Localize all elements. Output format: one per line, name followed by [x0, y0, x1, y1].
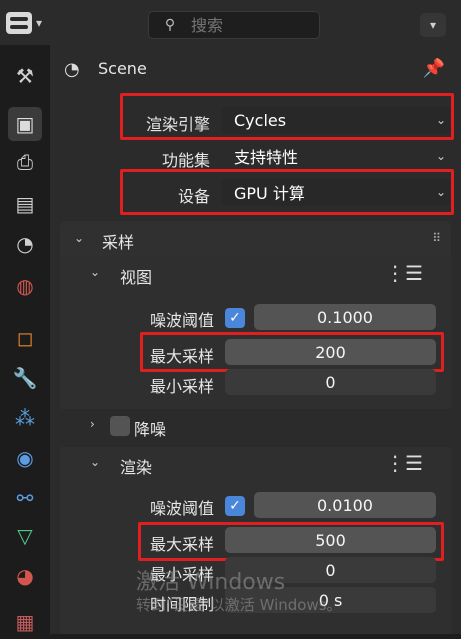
- activation-watermark-title: 激活 Windows: [136, 570, 286, 595]
- drag-handle-icon[interactable]: ⠿: [432, 231, 441, 245]
- editor-type-button[interactable]: ▾: [6, 10, 62, 36]
- search-icon: ⚲: [164, 17, 176, 33]
- chevron-right-icon: ›: [90, 417, 95, 431]
- search-input[interactable]: [189, 14, 313, 36]
- tab-constraints[interactable]: ⚯: [8, 481, 42, 515]
- properties-editor-icon: [6, 12, 32, 34]
- checker-icon: ▦: [15, 610, 35, 634]
- tab-tool[interactable]: ⚒: [8, 59, 42, 93]
- viewport-title: 视图: [120, 268, 153, 287]
- viewport-noise-threshold-label: 噪波阈值: [149, 311, 214, 330]
- feature-set-label: 功能集: [161, 151, 210, 170]
- tab-modifiers[interactable]: 🔧: [8, 361, 42, 395]
- viewport-min-samples-field[interactable]: 0: [225, 369, 436, 395]
- highlight-box: [140, 332, 444, 372]
- tab-data[interactable]: ▽: [8, 519, 42, 553]
- list-icon[interactable]: ⋮☰: [385, 261, 423, 285]
- tool-icon: ⚒: [16, 64, 34, 88]
- tab-world[interactable]: ◍: [8, 269, 42, 303]
- denoise-label: 降噪: [134, 420, 167, 439]
- tab-render[interactable]: ▣: [8, 107, 42, 141]
- material-icon: ◕: [16, 564, 34, 588]
- tab-output[interactable]: ⎙: [8, 145, 42, 179]
- printer-icon: ⎙: [17, 150, 33, 174]
- physics-icon: ◉: [16, 446, 34, 470]
- render-noise-threshold-checkbox[interactable]: ✓: [225, 496, 245, 516]
- image-stack-icon: ▤: [15, 192, 35, 216]
- tab-object[interactable]: ◻: [8, 321, 42, 355]
- sampling-section-header[interactable]: ⌄ 采样 ⠿: [60, 221, 451, 257]
- denoise-subpanel-header[interactable]: › 降噪: [60, 409, 451, 441]
- object-icon: ◻: [16, 326, 34, 350]
- activation-watermark-subtitle: 转到"设置"以激活 Windows。: [136, 596, 342, 614]
- tab-scene[interactable]: ◔: [8, 227, 42, 261]
- chevron-down-icon: ⌄: [90, 265, 101, 279]
- chevron-down-icon: ▾: [36, 16, 43, 30]
- chevron-down-icon: ⌄: [74, 231, 85, 245]
- viewport-subpanel-header[interactable]: ⌄ 视图 ⋮☰: [60, 257, 451, 289]
- viewport-noise-threshold-field[interactable]: 0.1000: [254, 304, 436, 330]
- tab-view-layer[interactable]: ▤: [8, 187, 42, 221]
- highlight-box: [120, 169, 454, 215]
- constraint-icon: ⚯: [16, 486, 34, 510]
- world-icon: ◍: [16, 274, 34, 298]
- render-title: 渲染: [120, 458, 153, 477]
- viewport-min-samples-label: 最小采样: [149, 377, 214, 396]
- top-bar: ▾ ⚲ ▾: [0, 0, 461, 45]
- highlight-box: [138, 522, 444, 561]
- render-noise-threshold-field[interactable]: 0.0100: [254, 492, 436, 518]
- chevron-down-icon: ⌄: [90, 455, 101, 469]
- scene-name: Scene: [98, 59, 147, 78]
- highlight-box: [120, 93, 454, 140]
- options-dropdown-button[interactable]: ▾: [420, 13, 446, 37]
- wrench-icon: 🔧: [12, 366, 38, 390]
- tab-material[interactable]: ◕: [8, 559, 42, 593]
- render-subpanel-header[interactable]: ⌄ 渲染 ⋮☰: [60, 447, 451, 479]
- pin-icon[interactable]: 📌: [423, 58, 445, 79]
- chevron-down-icon: ⌄: [435, 149, 447, 163]
- scene-icon: ◔: [16, 232, 34, 256]
- camera-back-icon: ▣: [15, 112, 35, 136]
- render-noise-threshold-label: 噪波阈值: [149, 499, 214, 518]
- viewport-noise-threshold-checkbox[interactable]: ✓: [225, 308, 245, 328]
- properties-panel: ◔ Scene 📌 渲染引擎 Cycles ⌄ 功能集 支持特性 ⌄ 设备 GP…: [50, 45, 461, 634]
- denoise-checkbox[interactable]: [110, 416, 130, 436]
- check-icon: ✓: [229, 498, 241, 514]
- tab-physics[interactable]: ◉: [8, 441, 42, 475]
- feature-set-dropdown[interactable]: 支持特性 ⌄: [222, 142, 450, 170]
- sampling-title: 采样: [102, 233, 135, 252]
- properties-tabs: ⚒ ▣ ⎙ ▤ ◔ ◍ ◻ 🔧 ⁂ ◉ ⚯ ▽ ◕ ▦: [0, 45, 50, 634]
- search-box[interactable]: ⚲: [148, 11, 320, 39]
- scene-icon: ◔: [64, 59, 80, 80]
- check-icon: ✓: [229, 310, 241, 326]
- tab-particles[interactable]: ⁂: [8, 401, 42, 435]
- particles-icon: ⁂: [15, 406, 35, 430]
- mesh-data-icon: ▽: [17, 524, 33, 548]
- list-icon[interactable]: ⋮☰: [385, 451, 423, 475]
